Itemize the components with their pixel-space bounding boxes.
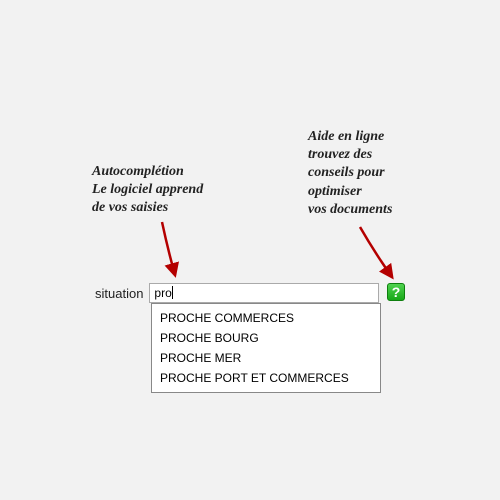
autocomplete-option[interactable]: PROCHE PORT ET COMMERCES <box>152 368 380 388</box>
help-button[interactable]: ? <box>387 283 405 301</box>
autocomplete-option[interactable]: PROCHE BOURG <box>152 328 380 348</box>
autocomplete-dropdown: PROCHE COMMERCES PROCHE BOURG PROCHE MER… <box>151 303 381 393</box>
situation-field-row: situation pro <box>95 283 379 303</box>
autocomplete-option[interactable]: PROCHE MER <box>152 348 380 368</box>
arrow-to-help <box>350 225 410 285</box>
situation-input[interactable] <box>149 283 379 303</box>
arrow-to-input <box>150 220 190 282</box>
autocomplete-annotation: Autocomplétion Le logiciel apprend de vo… <box>92 163 203 218</box>
situation-label: situation <box>95 286 143 301</box>
help-annotation: Aide en ligne trouvez des conseils pour … <box>308 128 392 219</box>
situation-input-wrap: pro <box>149 283 379 303</box>
autocomplete-option[interactable]: PROCHE COMMERCES <box>152 308 380 328</box>
